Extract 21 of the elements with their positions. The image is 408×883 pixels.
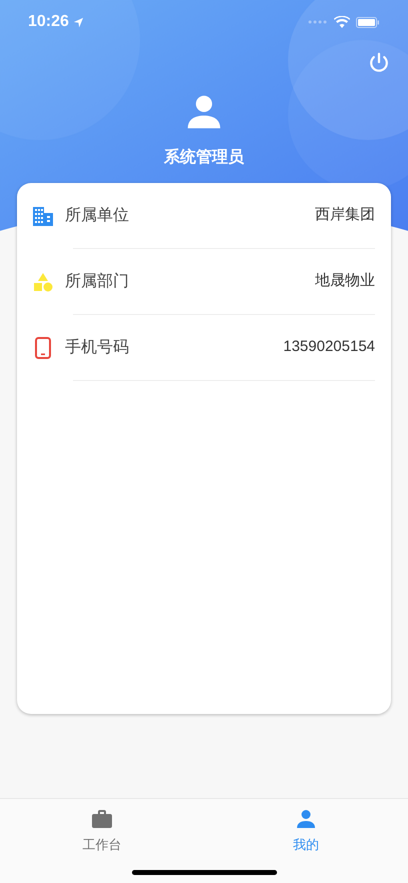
field-value: 13590205154 <box>283 337 375 358</box>
building-icon <box>33 206 53 226</box>
signal-icon <box>308 20 328 24</box>
clock-time: 10:26 <box>28 12 69 32</box>
tab[interactable]: 我的 <box>204 809 408 854</box>
field-label: 所属部门 <box>65 272 129 292</box>
field-value: 地晟物业 <box>315 271 375 292</box>
power-icon[interactable] <box>368 52 390 74</box>
location-arrow-icon <box>72 16 84 28</box>
briefcase-icon <box>91 809 113 829</box>
avatar-icon <box>186 94 222 130</box>
battery-icon <box>356 16 380 28</box>
field-label: 所属单位 <box>65 206 129 226</box>
shapes-icon <box>33 272 53 292</box>
tab[interactable]: 工作台 <box>0 809 204 854</box>
person-icon <box>296 809 316 829</box>
wifi-icon <box>334 16 350 28</box>
field-label: 手机号码 <box>65 338 129 358</box>
user-name: 系统管理员 <box>164 147 244 168</box>
phone-icon <box>33 336 53 358</box>
field-value: 西岸集团 <box>315 205 375 226</box>
